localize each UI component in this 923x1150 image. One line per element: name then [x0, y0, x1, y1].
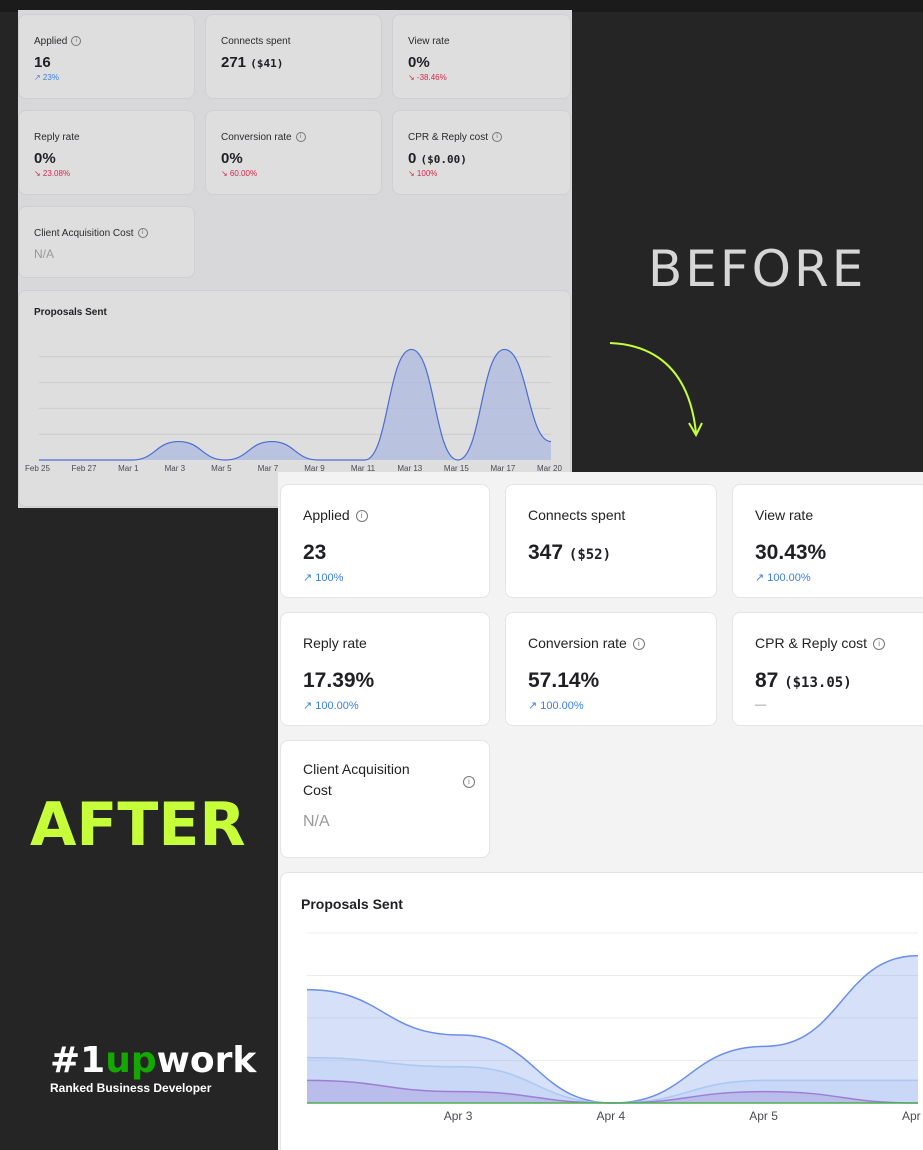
reply-rate-value: 0%: [34, 150, 56, 167]
reply-rate-label: Reply rate: [303, 635, 367, 651]
reply-rate-value: 17.39%: [303, 669, 375, 692]
conversion-value: 0%: [221, 150, 243, 167]
x-tick-label: Mar 7: [257, 464, 279, 473]
cpr-change: ↘ 100%: [408, 169, 438, 178]
info-icon[interactable]: i: [492, 132, 503, 143]
reply-rate-change: ↗ 100.00%: [303, 700, 359, 712]
cac-card: Client Acquisition Cost i N/A: [18, 206, 195, 278]
conversion-card: Conversion rate i 57.14% ↗ 100.00%: [505, 612, 717, 726]
conversion-label: Conversion rate i: [221, 132, 306, 143]
info-icon[interactable]: i: [71, 36, 82, 47]
conversion-change: ↘ 60.00%: [221, 169, 258, 178]
cac-card: Client Acquisition Cost i N/A: [280, 740, 490, 858]
cpr-card: CPR & Reply cost i 0 ($0.00) ↘ 100%: [392, 110, 571, 195]
info-icon[interactable]: i: [632, 638, 645, 651]
conversion-change: ↗ 100.00%: [528, 700, 584, 712]
info-icon[interactable]: i: [873, 638, 886, 651]
x-tick-label: Apr 3: [443, 1109, 473, 1123]
view-rate-value: 0%: [408, 54, 430, 71]
info-icon[interactable]: i: [355, 510, 368, 523]
info-icon[interactable]: i: [463, 776, 475, 788]
applied-card: Applied i 23 ↗ 100%: [280, 484, 490, 598]
x-tick-label: Apr 6: [902, 1109, 923, 1123]
view-rate-value: 30.43%: [755, 541, 827, 564]
view-rate-change: ↘ -38.46%: [408, 73, 447, 82]
reply-rate-card: Reply rate 0% ↘ 23.08%: [18, 110, 195, 195]
cpr-value: 0 ($0.00): [408, 150, 467, 167]
info-icon[interactable]: i: [295, 132, 306, 143]
cpr-value: 87 ($13.05): [755, 669, 852, 692]
cac-label: Client Acquisition Cost i: [34, 228, 148, 239]
upwork-badge: #1upwork: [50, 1040, 257, 1081]
connects-label: Connects spent: [528, 507, 626, 523]
x-tick-label: Mar 3: [164, 464, 186, 473]
connects-label: Connects spent: [221, 36, 291, 47]
view-rate-label: View rate: [755, 507, 814, 523]
connects-card: Connects spent 271 ($41): [205, 14, 382, 99]
cpr-change: —: [755, 699, 766, 711]
view-rate-card: View rate 0% ↘ -38.46%: [392, 14, 571, 99]
cpr-card: CPR & Reply cost i 87 ($13.05) —: [732, 612, 923, 726]
cac-label: Client Acquisition Cost: [303, 761, 410, 798]
connects-card: Connects spent 347 ($52): [505, 484, 717, 598]
cac-value: N/A: [34, 247, 55, 261]
series-area: [39, 349, 551, 460]
x-tick-label: Feb 27: [71, 464, 97, 473]
after-dashboard: Applied i 23 ↗ 100% Connects spent 347 ($…: [278, 472, 923, 1150]
x-tick-label: Mar 1: [118, 464, 139, 473]
before-dashboard: Applied i 16 ↗ 23% Connects spent 271 ($4…: [18, 10, 572, 508]
x-tick-label: Mar 5: [211, 464, 232, 473]
x-tick-label: Apr 4: [596, 1109, 626, 1123]
badge-subtitle: Ranked Business Developer: [50, 1081, 212, 1095]
connects-value: 347 ($52): [528, 541, 612, 564]
conversion-value: 57.14%: [528, 669, 600, 692]
x-tick-label: Feb 25: [25, 464, 50, 473]
applied-label: Applied i: [303, 507, 368, 523]
connects-value: 271 ($41): [221, 54, 284, 71]
applied-value: 16: [34, 54, 51, 71]
arrow-icon: [609, 342, 703, 438]
view-rate-change: ↗ 100.00%: [755, 572, 811, 584]
conversion-card: Conversion rate i 0% ↘ 60.00%: [205, 110, 382, 195]
cpr-label: CPR & Reply cost i: [755, 635, 886, 651]
info-icon[interactable]: i: [137, 228, 148, 239]
reply-rate-card: Reply rate 17.39% ↗ 100.00%: [280, 612, 490, 726]
cpr-label: CPR & Reply cost i: [408, 132, 503, 143]
applied-change: ↗ 23%: [34, 73, 59, 82]
applied-card: Applied i 16 ↗ 23%: [18, 14, 195, 99]
applied-change: ↗ 100%: [303, 572, 344, 584]
after-heading: AFTER: [30, 790, 246, 860]
reply-rate-change: ↘ 23.08%: [34, 169, 71, 178]
applied-label: Applied i: [34, 36, 82, 47]
reply-rate-label: Reply rate: [34, 132, 80, 143]
view-rate-card: View rate 30.43% ↗ 100.00%: [732, 484, 923, 598]
conversion-label: Conversion rate i: [528, 635, 645, 651]
applied-value: 23: [303, 541, 327, 564]
proposals-chart-card: Proposals Sent Apr 3Apr 4Apr 5Apr 6: [280, 872, 923, 1150]
view-rate-label: View rate: [408, 36, 450, 47]
cac-value: N/A: [303, 813, 330, 830]
x-tick-label: Apr 5: [749, 1109, 778, 1123]
before-heading: BEFORE: [648, 240, 867, 298]
